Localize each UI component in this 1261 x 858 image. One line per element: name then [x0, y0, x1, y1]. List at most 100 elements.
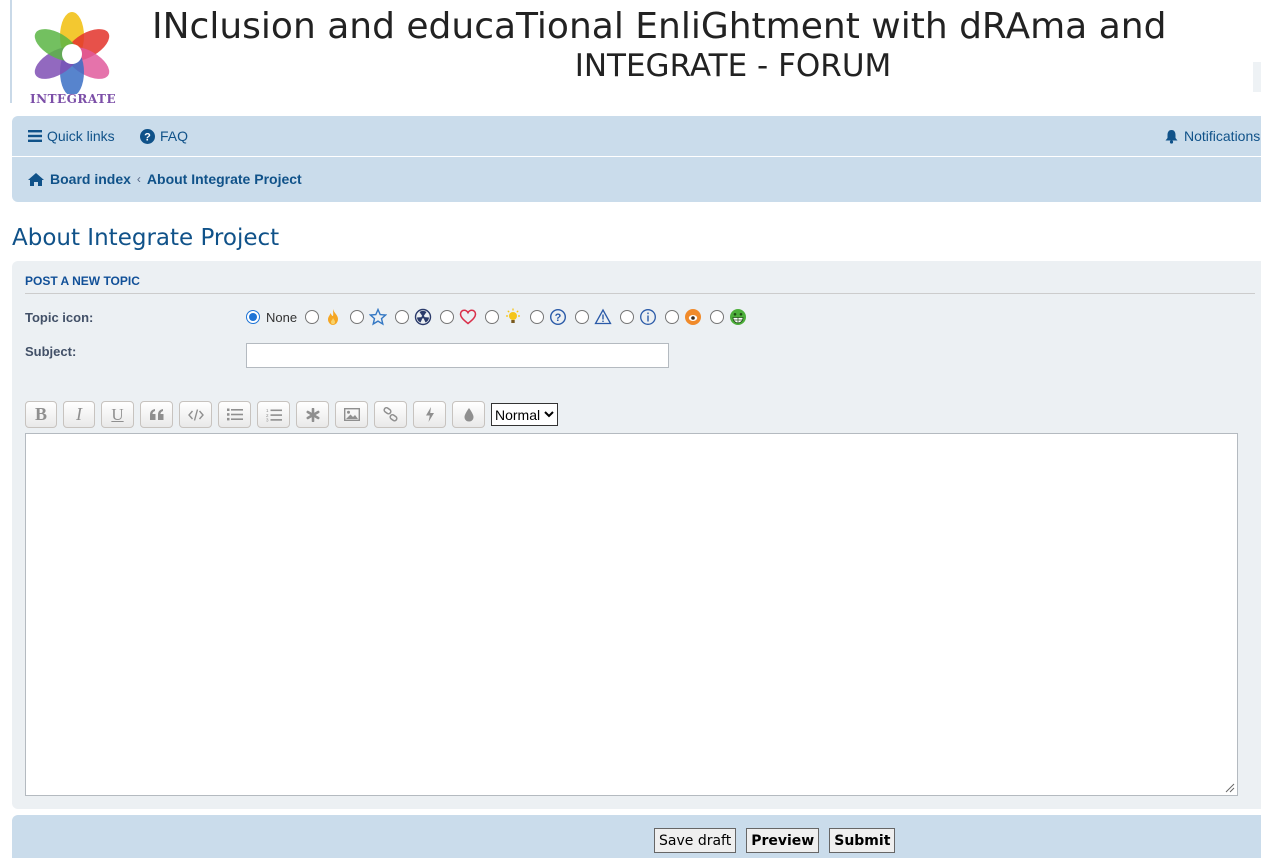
- notifications-button[interactable]: Notifications: [1164, 128, 1260, 144]
- editor-toolbar: B I U 1 2 3 Normal: [25, 401, 559, 428]
- faq-link[interactable]: ? FAQ: [140, 128, 188, 144]
- link-icon: [383, 407, 398, 422]
- underline-button[interactable]: U: [101, 401, 134, 428]
- quote-icon: [149, 409, 163, 420]
- svg-text:?: ?: [555, 312, 562, 324]
- radioactive-icon: [414, 308, 432, 326]
- star-icon: [369, 308, 388, 326]
- quote-button[interactable]: [140, 401, 173, 428]
- topic-icon-grin-option[interactable]: [710, 308, 747, 326]
- search-box-edge[interactable]: [1253, 62, 1261, 92]
- code-button[interactable]: [179, 401, 212, 428]
- preview-button[interactable]: Preview: [746, 828, 820, 853]
- logo-hands-icon: [34, 12, 110, 96]
- chevron-down-icon: [544, 411, 554, 418]
- bold-button[interactable]: B: [25, 401, 57, 428]
- font-size-select[interactable]: Normal: [491, 403, 559, 426]
- list-item-button[interactable]: [296, 401, 329, 428]
- save-draft-button[interactable]: Save draft: [654, 828, 737, 853]
- flash-button[interactable]: [413, 401, 446, 428]
- nav-top-row: Quick links ? FAQ Notifications: [12, 116, 1261, 157]
- message-textarea[interactable]: [25, 433, 1238, 796]
- image-icon: [343, 408, 360, 421]
- navbar: Quick links ? FAQ Notifications Board in…: [12, 116, 1261, 202]
- topic-icon-label: Topic icon:: [25, 310, 94, 325]
- italic-button[interactable]: I: [63, 401, 95, 428]
- code-icon: [187, 408, 204, 421]
- site-header: INTEGRATE INclusion and educaTional Enli…: [0, 0, 1261, 113]
- question-circle-icon: ?: [140, 128, 155, 144]
- faq-label: FAQ: [160, 128, 189, 144]
- resize-handle-icon[interactable]: [1225, 783, 1235, 793]
- link-button[interactable]: [374, 401, 407, 428]
- bell-icon: [1165, 129, 1178, 144]
- subject-label: Subject:: [25, 344, 77, 359]
- section-divider: [25, 293, 1255, 294]
- image-button[interactable]: [335, 401, 368, 428]
- asterisk-icon: [305, 407, 319, 422]
- topic-icon-fire-option[interactable]: [305, 308, 342, 326]
- submit-button[interactable]: Submit: [829, 828, 896, 853]
- breadcrumb: Board index ‹ About Integrate Project: [28, 171, 302, 187]
- radio[interactable]: [395, 310, 410, 324]
- section-title: POST A NEW TOPIC: [25, 274, 140, 288]
- topic-icon-star-option[interactable]: [350, 308, 388, 326]
- hamburger-icon: [28, 130, 42, 142]
- breadcrumb-board-index[interactable]: Board index: [50, 171, 131, 187]
- header-divider: [10, 0, 12, 103]
- site-title: INclusion and educaTional EnliGhtment wi…: [152, 6, 1167, 47]
- topic-icon-question-option[interactable]: ?: [530, 308, 567, 326]
- topic-icon-radioactive-option[interactable]: [395, 308, 432, 326]
- radio[interactable]: [440, 310, 455, 324]
- submit-panel: Save draft Preview Submit: [12, 815, 1261, 858]
- topic-icon-idea-option[interactable]: [485, 308, 522, 326]
- lightning-icon: [425, 407, 434, 422]
- radio-checked[interactable]: [246, 310, 260, 324]
- post-form-panel: POST A NEW TOPIC Topic icon: None ? Subj…: [12, 261, 1261, 809]
- page-title[interactable]: About Integrate Project: [12, 225, 279, 251]
- droplet-icon: [464, 407, 473, 421]
- radio[interactable]: [530, 310, 545, 324]
- quick-links-button[interactable]: Quick links: [28, 128, 115, 144]
- radio[interactable]: [710, 310, 725, 324]
- ordered-list-button[interactable]: 1 2 3: [257, 401, 290, 428]
- radio[interactable]: [575, 310, 590, 324]
- mad-face-icon: [685, 309, 702, 325]
- list-button[interactable]: [218, 401, 251, 428]
- radio[interactable]: [350, 310, 365, 324]
- heart-icon: [459, 309, 477, 325]
- svg-text:?: ?: [144, 131, 151, 143]
- lightbulb-icon: [506, 308, 521, 323]
- color-button[interactable]: [452, 401, 485, 428]
- font-size-value: Normal: [495, 406, 541, 423]
- form-actions: Save draft Preview Submit: [654, 828, 896, 853]
- quick-links-label: Quick links: [47, 128, 115, 144]
- topic-icon-mad-option[interactable]: [665, 308, 702, 326]
- site-subtitle: INTEGRATE - FORUM: [574, 48, 892, 84]
- logo-text: INTEGRATE: [30, 92, 117, 106]
- svg-text:3: 3: [266, 417, 269, 421]
- topic-icon-none-label: None: [266, 309, 298, 325]
- breadcrumb-separator: ‹: [136, 172, 141, 186]
- info-icon: [640, 309, 657, 325]
- radio[interactable]: [620, 310, 635, 324]
- topic-icon-info-option[interactable]: [620, 308, 657, 326]
- subject-input[interactable]: [246, 343, 669, 368]
- warning-icon: [594, 308, 612, 325]
- topic-icon-options: None ?: [246, 307, 755, 327]
- topic-icon-heart-option[interactable]: [440, 308, 477, 326]
- home-icon: [28, 172, 44, 186]
- radio[interactable]: [485, 310, 500, 324]
- topic-icon-warning-option[interactable]: [575, 308, 612, 326]
- question-icon: ?: [550, 308, 567, 326]
- radio[interactable]: [665, 310, 680, 324]
- notifications-label: Notifications: [1184, 128, 1261, 144]
- bullet-list-icon: [226, 408, 243, 421]
- radio[interactable]: [305, 310, 320, 324]
- topic-icon-none-option[interactable]: None: [246, 310, 297, 325]
- fire-icon: [328, 309, 339, 325]
- breadcrumb-forum[interactable]: About Integrate Project: [147, 171, 302, 187]
- site-logo[interactable]: INTEGRATE: [22, 12, 122, 108]
- grin-face-icon: [730, 309, 747, 325]
- numbered-list-icon: 1 2 3: [266, 408, 282, 422]
